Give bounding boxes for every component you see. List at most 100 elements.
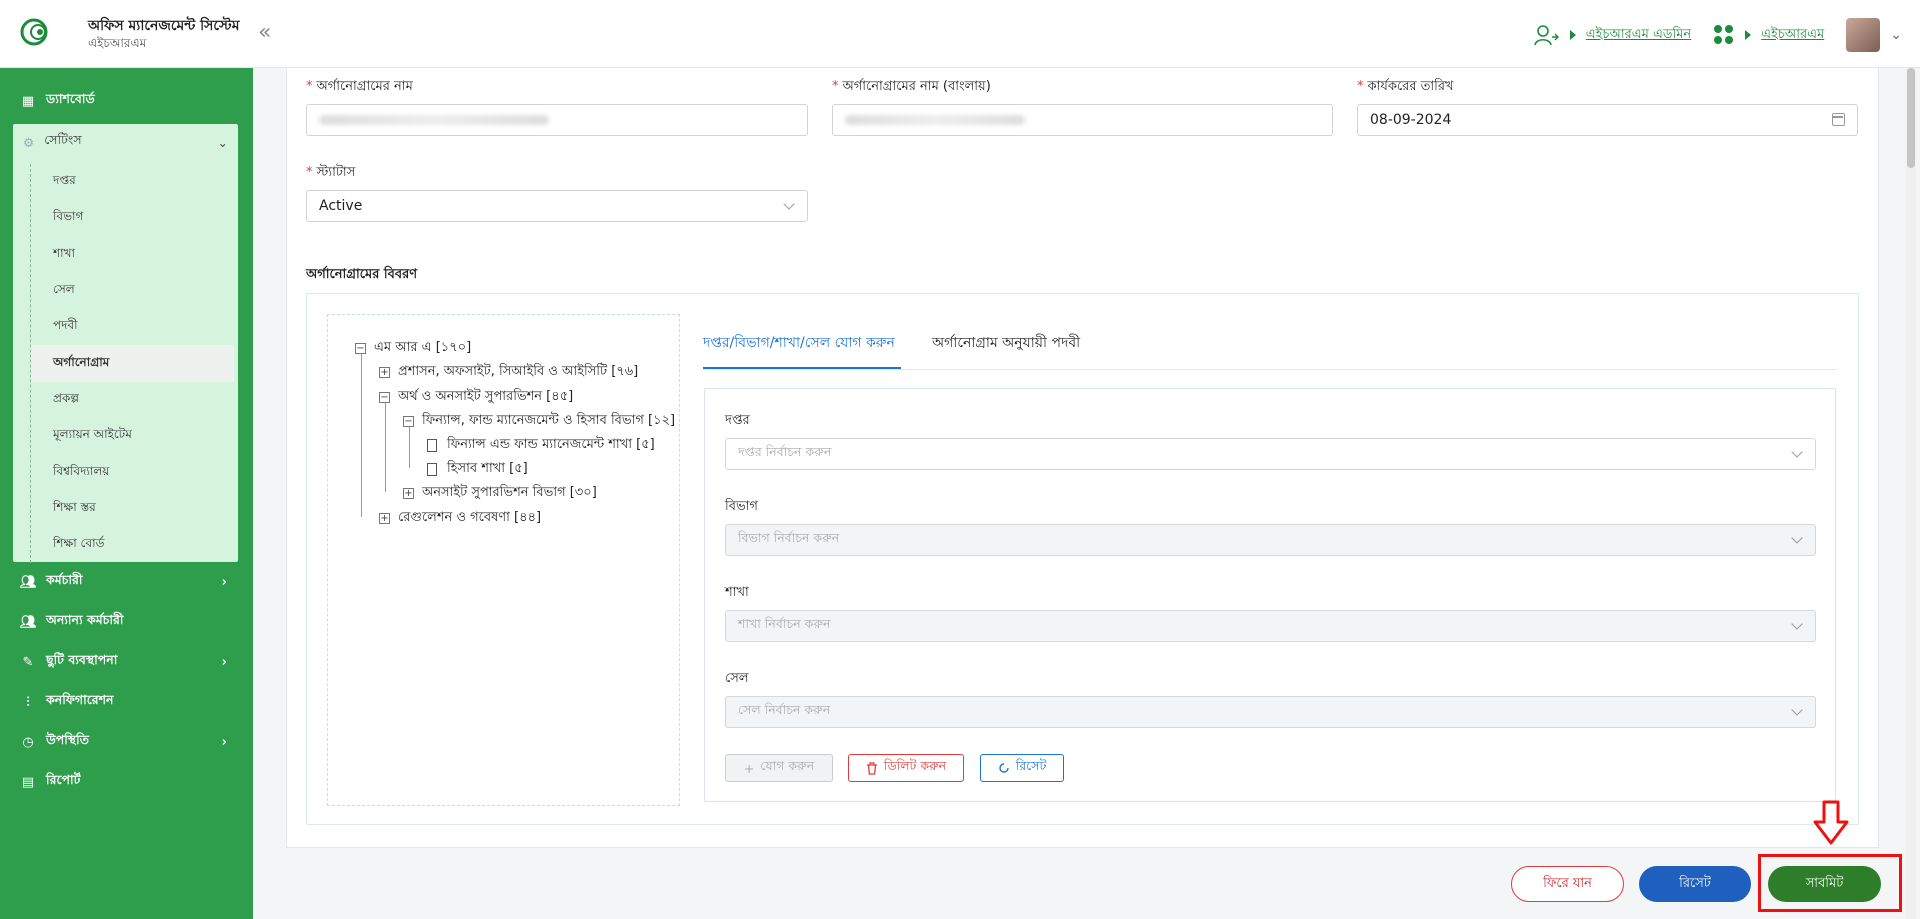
leave-icon: ✎ (22, 654, 34, 670)
chevron-down-icon (783, 198, 795, 210)
sidebar-subitem-branch[interactable]: শাখা (31, 237, 234, 273)
top-bar: অফিস ম্যানেজমেন্ট সিস্টেম এইচআরএম « এইচআ… (0, 0, 1920, 68)
page-scrollbar-track[interactable] (1906, 68, 1916, 919)
sidebar-item-configuration[interactable]: ⫶ কনফিগারেশন (0, 682, 253, 722)
expand-icon[interactable]: + (379, 513, 390, 524)
sidebar-item-leave[interactable]: ✎ ছুটি ব্যবস্থাপনা › (0, 642, 253, 682)
tree-node[interactable]: − অর্থ ও অনসাইট সুপারভিশন [৪৫] (379, 387, 573, 408)
collapse-sidebar-icon[interactable]: « (258, 20, 271, 45)
sidebar-subitem-education-level[interactable]: শিক্ষা স্তর (31, 491, 234, 527)
trash-icon (866, 761, 877, 775)
chevron-down-icon (1791, 532, 1803, 544)
tree-leaf[interactable]: হিসাব শাখা [৫] (427, 459, 528, 480)
tree-connector (361, 353, 362, 517)
sliders-icon: ⫶ (26, 694, 30, 710)
sidebar-item-attendance[interactable]: ◷ উপস্থিতি › (0, 722, 253, 762)
tree-node[interactable]: + রেগুলেশন ও গবেষণা [৪৪] (379, 508, 541, 529)
sidebar-item-other-employee[interactable]: 👥︎ অন্যান্য কর্মচারী (0, 602, 253, 642)
plus-icon: + (743, 760, 755, 776)
settings-submenu: দপ্তর বিভাগ শাখা সেল পদবী অর্গানোগ্রাম প… (30, 164, 234, 564)
blurred-value (319, 115, 549, 125)
sidebar-subitem-project[interactable]: প্রকল্প (31, 382, 234, 418)
chevron-down-icon (1791, 618, 1803, 630)
chevron-right-icon: › (221, 654, 227, 670)
sidebar-item-settings[interactable]: ⚙ সেটিংস ⌄ (13, 124, 238, 160)
tree-connector (385, 402, 386, 492)
chevron-right-icon: › (221, 574, 227, 590)
calendar-icon[interactable] (1832, 113, 1845, 126)
sidebar-subitem-evaluation-item[interactable]: মূল্যায়ন আইটেম (31, 418, 234, 454)
module-link[interactable]: এইচআরএম (1761, 25, 1824, 46)
status-select[interactable]: Active (306, 190, 808, 222)
blurred-value (845, 115, 1025, 125)
caret-right-icon (1745, 30, 1752, 40)
page-scrollbar-thumb[interactable] (1907, 68, 1915, 168)
sidebar-item-report[interactable]: ▤ রিপোর্ট (0, 762, 253, 802)
office-label: দপ্তর (725, 413, 750, 428)
department-select[interactable]: বিভাগ নির্বাচন করুন (725, 524, 1816, 556)
user-switch-icon (1533, 25, 1559, 46)
active-tab-indicator (703, 367, 901, 369)
file-icon (427, 439, 437, 452)
expand-icon[interactable]: + (403, 488, 414, 499)
chevron-down-icon (1791, 704, 1803, 716)
clock-icon: ◷ (22, 734, 34, 750)
sidebar-subitem-cell[interactable]: সেল (31, 273, 234, 309)
expand-icon[interactable]: + (379, 367, 390, 378)
organogram-name-bn-input[interactable] (832, 104, 1333, 136)
sidebar-subitem-designation[interactable]: পদবী (31, 309, 234, 345)
tab-organogram-designation[interactable]: অর্গানোগ্রাম অনুযায়ী পদবী (932, 331, 1080, 355)
tree-node[interactable]: + প্রশাসন, অফসাইট, সিআইবি ও আইসিটি [৭৬] (379, 362, 638, 383)
mra-logo-icon (20, 18, 48, 46)
tree-node-root[interactable]: − এম আর এ [১৭০] (355, 338, 471, 359)
collapse-icon[interactable]: − (355, 343, 366, 354)
branch-select[interactable]: শাখা নির্বাচন করুন (725, 610, 1816, 642)
cell-select[interactable]: সেল নির্বাচন করুন (725, 696, 1816, 728)
chevron-right-icon: › (221, 734, 227, 750)
reset-unit-button[interactable]: রিসেট (980, 754, 1064, 782)
sidebar-subitem-organogram[interactable]: অর্গানোগ্রাম (31, 345, 234, 382)
organogram-details-title: অর্গানোগ্রামের বিবরণ (306, 267, 418, 282)
chevron-down-icon[interactable]: ⌄ (1890, 27, 1902, 43)
branch-label: শাখা (725, 585, 749, 600)
tab-add-units[interactable]: দপ্তর/বিভাগ/শাখা/সেল যোগ করুন (703, 331, 895, 355)
file-icon (427, 463, 437, 476)
caret-right-icon (1569, 30, 1576, 40)
sidebar-item-dashboard[interactable]: ▦ ড্যাশবোর্ড (0, 81, 253, 121)
tree-node[interactable]: + অনসাইট সুপারভিশন বিভাগ [৩০] (403, 483, 597, 504)
users-icon: 👥︎ (20, 574, 37, 590)
gear-icon: ⚙ (23, 134, 35, 150)
tree-node[interactable]: − ফিন্যান্স, ফান্ড ম্যানেজমেন্ট ও হিসাব … (403, 411, 675, 432)
delete-unit-button[interactable]: ডিলিট করুন (848, 754, 964, 782)
collapse-icon[interactable]: − (379, 392, 390, 403)
status-label: * স্ট্যাটাস (306, 165, 356, 180)
sidebar-settings-group: ⚙ সেটিংস ⌄ দপ্তর বিভাগ শাখা সেল পদবী অর্… (13, 124, 238, 564)
submit-highlight-box (1758, 854, 1902, 912)
office-select[interactable]: দপ্তর নির্বাচন করুন (725, 438, 1816, 470)
sidebar-subitem-university[interactable]: বিশ্ববিদ্যালয় (31, 454, 234, 490)
sidebar-subitem-office[interactable]: দপ্তর (31, 164, 234, 200)
effective-date-label: * কার্যকরের তারিখ (1357, 79, 1454, 94)
app-subtitle: এইচআরএম (88, 36, 147, 50)
organogram-name-label: * অর্গানোগ্রামের নাম (306, 79, 413, 94)
sidebar-subitem-department[interactable]: বিভাগ (31, 200, 234, 236)
avatar[interactable] (1846, 18, 1881, 52)
add-unit-button[interactable]: + যোগ করুন (725, 754, 833, 782)
effective-date-input[interactable]: 08-09-2024 (1357, 104, 1858, 136)
users-icon: 👥︎ (20, 614, 37, 630)
dashboard-icon: ▦ (21, 93, 35, 109)
sidebar-item-employee[interactable]: 👥︎ কর্মচারী › (0, 562, 253, 602)
refresh-icon (999, 763, 1009, 773)
collapse-icon[interactable]: − (403, 416, 414, 427)
back-button[interactable]: ফিরে যান (1511, 866, 1624, 902)
cell-label: সেল (725, 671, 749, 686)
file-icon: ▤ (21, 774, 35, 790)
apps-grid-icon (1714, 25, 1734, 44)
reset-button[interactable]: রিসেট (1639, 866, 1751, 902)
tree-connector (409, 426, 410, 468)
organogram-name-input[interactable] (306, 104, 808, 136)
sidebar: ▦ ড্যাশবোর্ড ⚙ সেটিংস ⌄ দপ্তর বিভাগ শাখা… (0, 68, 253, 919)
sidebar-subitem-education-board[interactable]: শিক্ষা বোর্ড (31, 527, 234, 563)
role-link[interactable]: এইচআরএম এডমিন (1586, 25, 1691, 46)
tree-leaf[interactable]: ফিন্যান্স এন্ড ফান্ড ম্যানেজমেন্ট শাখা [… (427, 435, 655, 456)
